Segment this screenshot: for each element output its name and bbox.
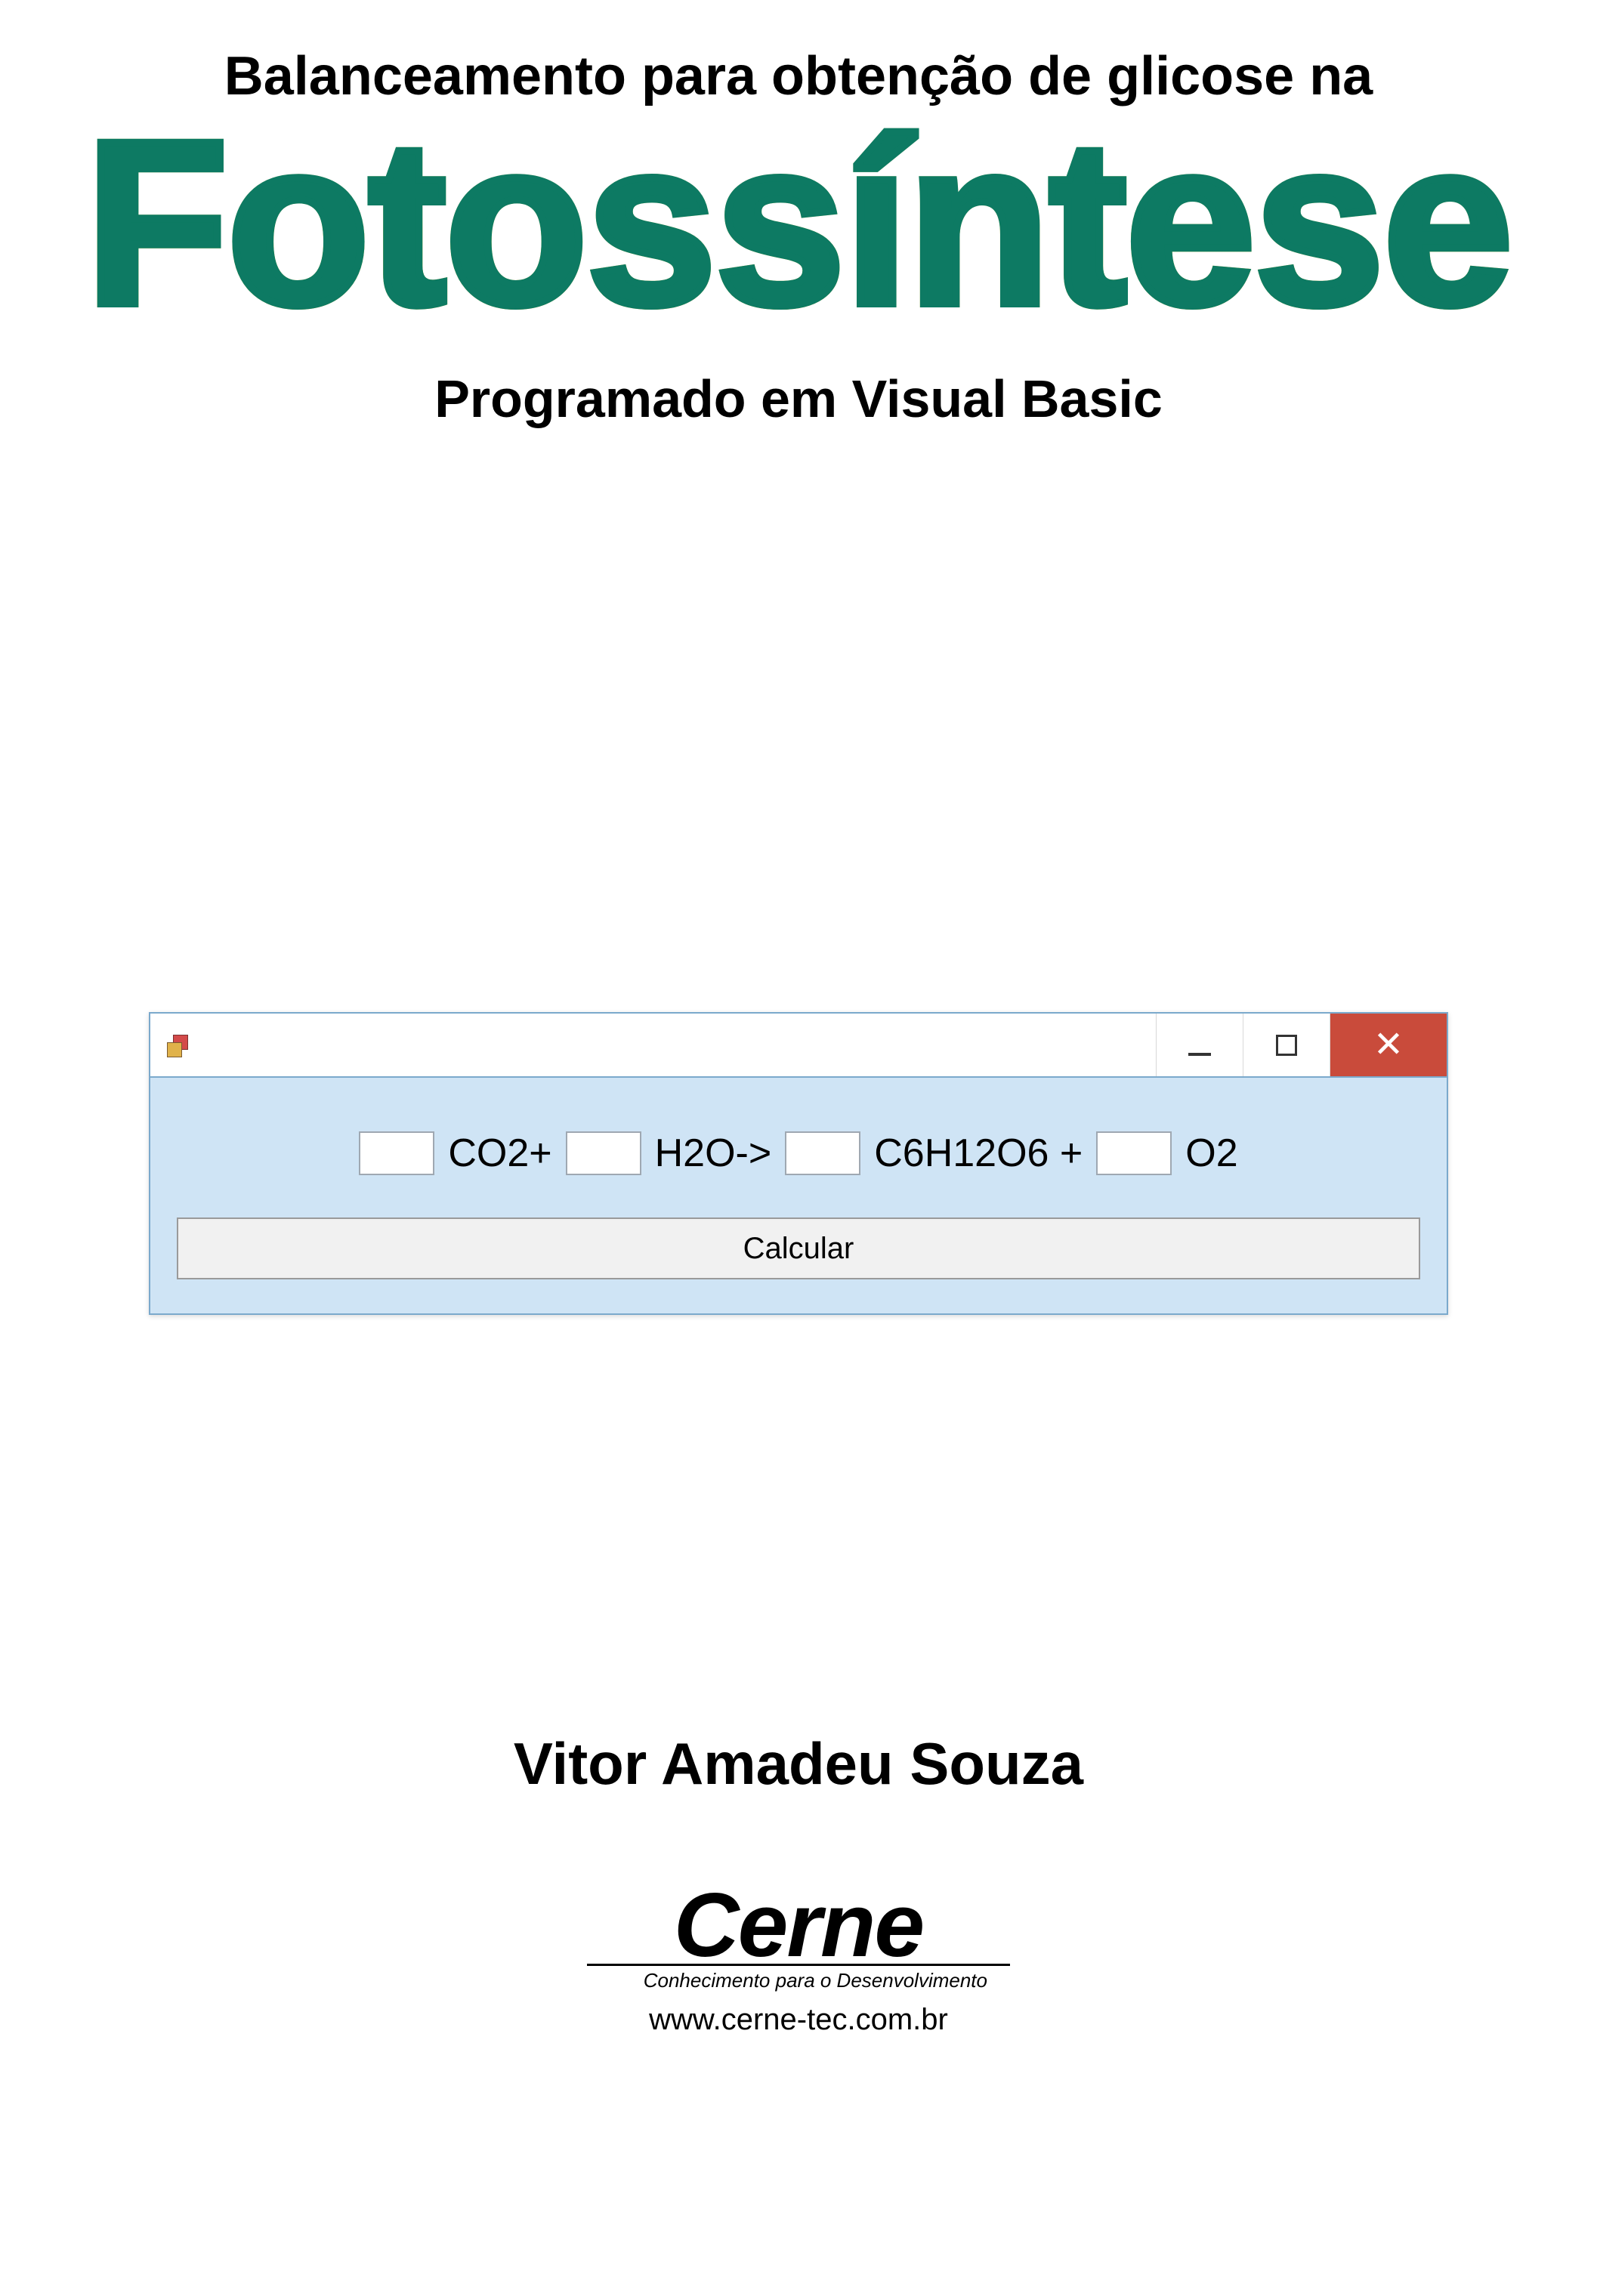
titlebar-left <box>150 1014 193 1076</box>
minimize-icon <box>1188 1053 1211 1056</box>
maximize-button[interactable] <box>1243 1014 1330 1076</box>
author-name: Vitor Amadeu Souza <box>53 1730 1545 1798</box>
close-button[interactable]: ✕ <box>1330 1014 1447 1076</box>
minimize-button[interactable] <box>1156 1014 1243 1076</box>
form-icon <box>165 1032 193 1059</box>
window-caption-buttons: ✕ <box>1156 1014 1447 1076</box>
calculate-button[interactable]: Calcular <box>177 1217 1420 1279</box>
close-icon: ✕ <box>1373 1027 1404 1063</box>
h2o-coefficient-input[interactable] <box>566 1131 641 1175</box>
glucose-label: C6H12O6 + <box>874 1131 1083 1176</box>
glucose-coefficient-input[interactable] <box>785 1131 860 1175</box>
h2o-label: H2O-> <box>655 1131 772 1176</box>
o2-label: O2 <box>1185 1131 1237 1176</box>
cerne-tagline: Conhecimento para o Desenvolvimento <box>587 1969 1010 1992</box>
o2-coefficient-input[interactable] <box>1096 1131 1172 1175</box>
cerne-url: www.cerne-tec.com.br <box>53 2003 1545 2037</box>
app-window: ✕ CO2+ H2O-> C6H12O6 + O2 Calcular <box>149 1012 1448 1315</box>
book-cover: Balanceamento para obtenção de glicose n… <box>53 30 1545 2145</box>
window-body: CO2+ H2O-> C6H12O6 + O2 Calcular <box>150 1078 1447 1313</box>
cerne-logo: Cerne Conhecimento para o Desenvolviment… <box>587 1873 1010 1992</box>
co2-coefficient-input[interactable] <box>359 1131 434 1175</box>
maximize-icon <box>1276 1035 1297 1056</box>
cerne-logo-text: Cerne <box>587 1873 1010 1977</box>
big-title: Fotossíntese <box>85 100 1512 346</box>
co2-label: CO2+ <box>448 1131 551 1176</box>
publisher-logo-block: Cerne Conhecimento para o Desenvolviment… <box>53 1873 1545 2037</box>
window-titlebar: ✕ <box>150 1014 1447 1078</box>
equation-row: CO2+ H2O-> C6H12O6 + O2 <box>177 1131 1420 1176</box>
big-title-wrap: Fotossíntese <box>53 100 1545 346</box>
subtitle: Programado em Visual Basic <box>53 369 1545 429</box>
